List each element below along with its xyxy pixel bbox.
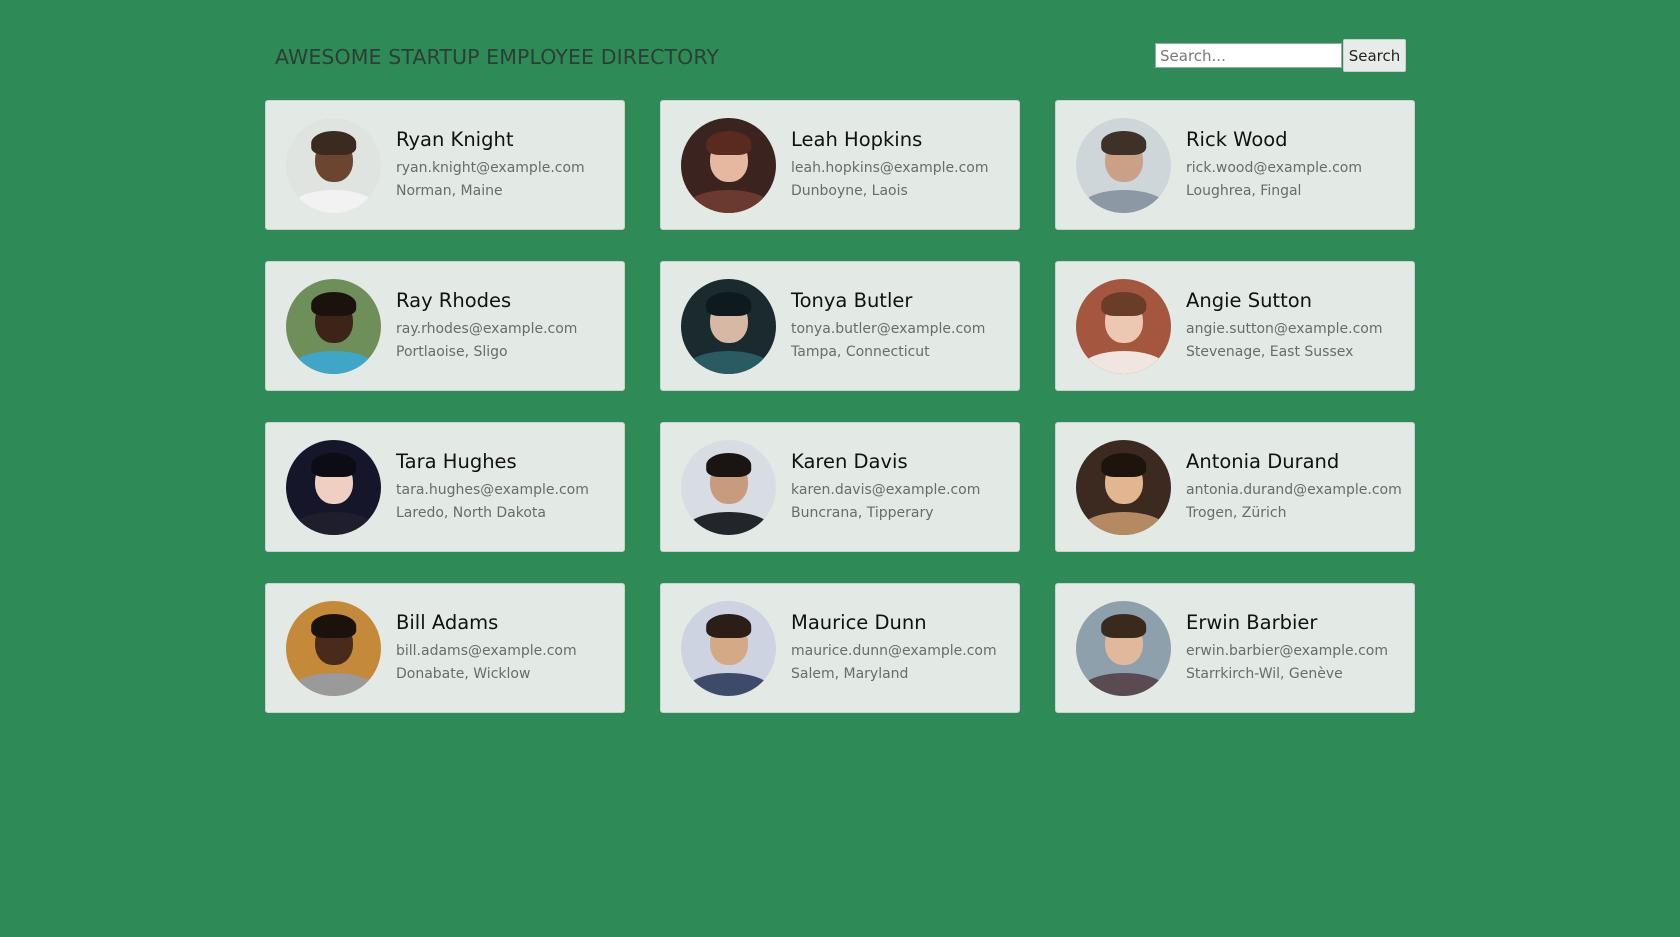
employee-location: Portlaoise, Sligo — [396, 343, 508, 360]
employee-avatar — [1076, 600, 1171, 696]
employee-name: Rick Wood — [1186, 127, 1288, 151]
employee-name: Tara Hughes — [396, 449, 517, 473]
employee-email: rick.wood@example.com — [1186, 159, 1362, 176]
employee-gallery: Ryan Knight ryan.knight@example.com Norman… — [265, 100, 1415, 713]
search-button[interactable]: Search — [1343, 39, 1406, 72]
employee-info: Ryan Knight ryan.knight@example.com Norman… — [396, 128, 585, 203]
employee-info: Leah Hopkins leah.hopkins@example.com Dunb… — [791, 128, 989, 203]
employee-card[interactable]: Angie Sutton angie.sutton@example.com Stev… — [1055, 261, 1415, 391]
employee-card[interactable]: Antonia Durand antonia.durand@example.com… — [1055, 422, 1415, 552]
employee-name: Angie Sutton — [1186, 288, 1313, 312]
employee-avatar — [286, 117, 381, 213]
employee-card[interactable]: Tara Hughes tara.hughes@example.com Laredo… — [265, 422, 625, 552]
search-input[interactable] — [1155, 43, 1342, 68]
employee-info: Ray Rhodes ray.rhodes@example.com Portlaoi… — [396, 289, 577, 364]
employee-name: Karen Davis — [791, 449, 908, 473]
employee-card[interactable]: Maurice Dunn maurice.dunn@example.com Sale… — [660, 583, 1020, 713]
employee-location: Stevenage, East Sussex — [1186, 343, 1354, 360]
employee-location: Donabate, Wicklow — [396, 665, 531, 682]
employee-email: ray.rhodes@example.com — [396, 320, 578, 337]
employee-info: Karen Davis karen.davis@example.com Buncra… — [791, 450, 980, 525]
employee-location: Dunboyne, Laois — [791, 182, 908, 199]
employee-location: Trogen, Zürich — [1186, 504, 1287, 521]
employee-name: Antonia Durand — [1186, 449, 1340, 473]
employee-location: Buncrana, Tipperary — [791, 504, 934, 521]
employee-email: angie.sutton@example.com — [1186, 320, 1383, 337]
employee-info: Maurice Dunn maurice.dunn@example.com Sale… — [791, 611, 997, 686]
employee-info: Rick Wood rick.wood@example.com Loughrea, … — [1186, 128, 1362, 203]
employee-name: Bill Adams — [396, 610, 499, 634]
employee-name: Ryan Knight — [396, 127, 514, 151]
employee-card[interactable]: Bill Adams bill.adams@example.com Donabate… — [265, 583, 625, 713]
employee-info: Erwin Barbier erwin.barbier@example.com St… — [1186, 611, 1388, 686]
employee-card[interactable]: Leah Hopkins leah.hopkins@example.com Dunb… — [660, 100, 1020, 230]
employee-location: Starrkirch-Wil, Genève — [1186, 665, 1343, 682]
employee-email: antonia.durand@example.com — [1186, 481, 1402, 498]
employee-name: Tonya Butler — [791, 288, 913, 312]
employee-email: karen.davis@example.com — [791, 481, 981, 498]
employee-card[interactable]: Karen Davis karen.davis@example.com Buncra… — [660, 422, 1020, 552]
employee-avatar — [1076, 439, 1171, 535]
employee-info: Bill Adams bill.adams@example.com Donabate… — [396, 611, 577, 686]
employee-location: Tampa, Connecticut — [791, 343, 930, 360]
employee-card[interactable]: Rick Wood rick.wood@example.com Loughrea, … — [1055, 100, 1415, 230]
page-title: AWESOME STARTUP EMPLOYEE DIRECTORY — [275, 45, 720, 69]
employee-name: Maurice Dunn — [791, 610, 927, 634]
employee-avatar — [681, 439, 776, 535]
employee-card[interactable]: Ryan Knight ryan.knight@example.com Norman… — [265, 100, 625, 230]
employee-avatar — [286, 439, 381, 535]
employee-location: Norman, Maine — [396, 182, 503, 199]
employee-card[interactable]: Ray Rhodes ray.rhodes@example.com Portlaoi… — [265, 261, 625, 391]
employee-card[interactable]: Erwin Barbier erwin.barbier@example.com St… — [1055, 583, 1415, 713]
employee-email: maurice.dunn@example.com — [791, 642, 997, 659]
employee-info: Antonia Durand antonia.durand@example.com… — [1186, 450, 1402, 525]
employee-info: Tonya Butler tonya.butler@example.com Tamp… — [791, 289, 985, 364]
employee-avatar — [681, 600, 776, 696]
employee-email: leah.hopkins@example.com — [791, 159, 989, 176]
employee-email: tonya.butler@example.com — [791, 320, 986, 337]
employee-location: Salem, Maryland — [791, 665, 909, 682]
page: AWESOME STARTUP EMPLOYEE DIRECTORY Searc… — [0, 0, 1680, 937]
employee-email: erwin.barbier@example.com — [1186, 642, 1389, 659]
employee-email: bill.adams@example.com — [396, 642, 577, 659]
employee-avatar — [286, 600, 381, 696]
employee-name: Ray Rhodes — [396, 288, 512, 312]
employee-avatar — [1076, 278, 1171, 374]
employee-email: ryan.knight@example.com — [396, 159, 585, 176]
employee-card[interactable]: Tonya Butler tonya.butler@example.com Tamp… — [660, 261, 1020, 391]
employee-avatar — [286, 278, 381, 374]
employee-email: tara.hughes@example.com — [396, 481, 589, 498]
employee-avatar — [681, 117, 776, 213]
search-form: Search — [1155, 39, 1406, 72]
employee-name: Erwin Barbier — [1186, 610, 1318, 634]
employee-info: Angie Sutton angie.sutton@example.com Stev… — [1186, 289, 1383, 364]
employee-name: Leah Hopkins — [791, 127, 923, 151]
employee-avatar — [681, 278, 776, 374]
employee-avatar — [1076, 117, 1171, 213]
employee-location: Loughrea, Fingal — [1186, 182, 1302, 199]
employee-info: Tara Hughes tara.hughes@example.com Laredo… — [396, 450, 589, 525]
employee-location: Laredo, North Dakota — [396, 504, 547, 521]
